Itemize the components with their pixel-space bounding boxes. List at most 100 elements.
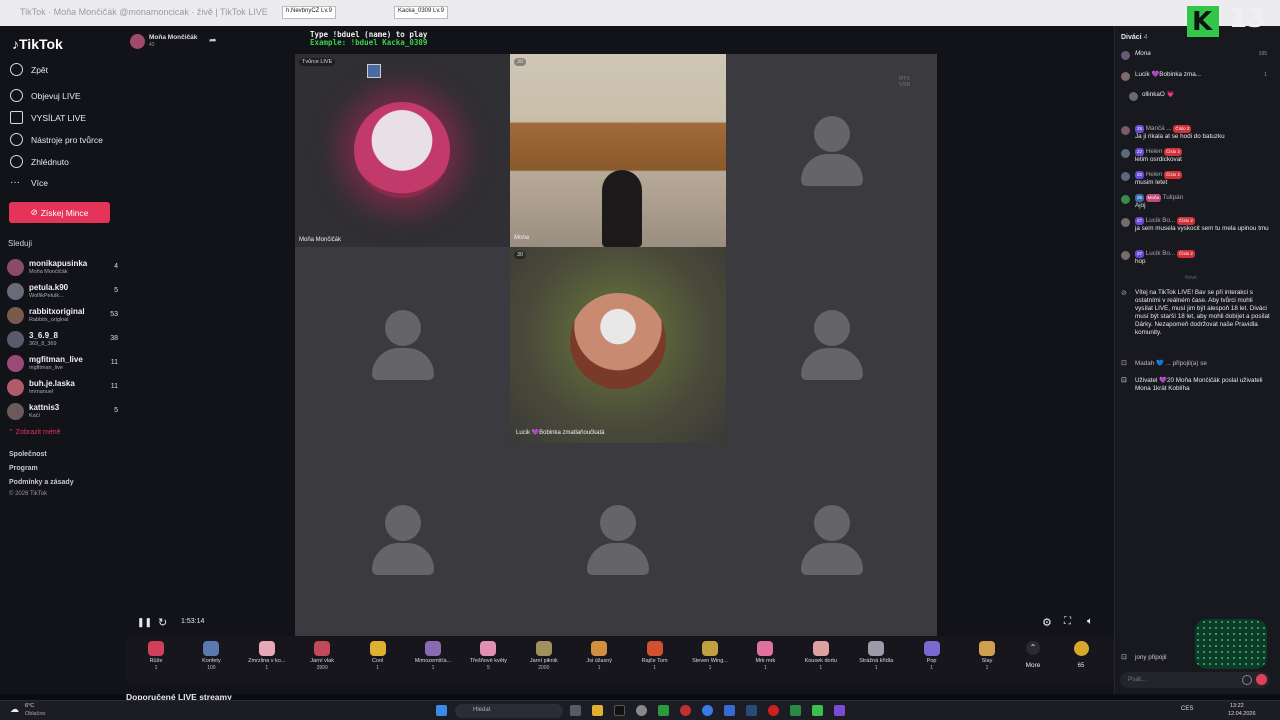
gift-item[interactable]: Jarní piknik 2000 bbox=[518, 641, 570, 671]
gift-price: 1 bbox=[376, 665, 379, 671]
xbox-icon[interactable] bbox=[658, 705, 669, 716]
guest-slot-mona[interactable]: 30 Mona bbox=[510, 54, 726, 247]
following-item[interactable]: 3_6.9_8 369_8_369 38 bbox=[7, 329, 122, 351]
tiktok-app-icon[interactable] bbox=[614, 705, 625, 716]
gift-item[interactable]: Jarní vlak 3999 bbox=[296, 641, 348, 671]
volume-icon[interactable]: 🔈︎ bbox=[1087, 616, 1093, 627]
gift-name: Třešňové květy bbox=[469, 658, 508, 664]
viewers-heading[interactable]: Diváci 4 bbox=[1121, 34, 1147, 41]
guest-slot-empty[interactable] bbox=[510, 443, 726, 636]
pause-icon[interactable]: ❚❚ bbox=[137, 617, 152, 628]
chat-input[interactable]: Psát... bbox=[1120, 672, 1270, 688]
gift-icon bbox=[591, 641, 608, 656]
gift-item[interactable]: Strážná křídla 1 bbox=[850, 641, 902, 671]
guest-slot-empty[interactable]: RTX VSR bbox=[726, 54, 937, 247]
gift-icon bbox=[148, 641, 164, 656]
gift-price: 5 bbox=[487, 665, 490, 671]
gift-item[interactable]: Zmrzlina v ko... 1 bbox=[241, 641, 293, 671]
gift-item[interactable]: Konfety 100 bbox=[185, 641, 237, 671]
nav-go-live[interactable]: VYSÍLAT LIVE bbox=[10, 111, 86, 124]
gift-name: Růže bbox=[149, 658, 163, 664]
language-indicator[interactable]: CES bbox=[1181, 706, 1193, 712]
settings-icon[interactable]: ⚙ bbox=[1042, 616, 1052, 629]
browser-icon[interactable] bbox=[702, 705, 713, 716]
task-view-icon[interactable] bbox=[570, 705, 581, 716]
guest-slot-host[interactable]: Tvůrce LIVE Moňa Mončičák bbox=[295, 54, 510, 247]
nav-explore-live[interactable]: Objevuj LIVE bbox=[10, 89, 81, 102]
host-avatar-image bbox=[354, 102, 450, 198]
avatar bbox=[7, 355, 24, 372]
gift-name: Rajče Tom bbox=[641, 658, 668, 664]
guest-slot-empty[interactable] bbox=[726, 247, 937, 443]
following-item[interactable]: rabbitxoriginal Rabbitx_original 53 bbox=[7, 305, 122, 327]
gift-price: 2000 bbox=[538, 665, 550, 671]
gift-item[interactable]: Cool 1 bbox=[352, 641, 404, 671]
footer-program[interactable]: Program bbox=[9, 465, 38, 472]
guest-slot-empty[interactable] bbox=[295, 247, 510, 443]
stream-duration: 1:53:14 bbox=[181, 618, 205, 625]
host-name: Moňa Mončičák bbox=[149, 34, 198, 41]
start-icon[interactable] bbox=[436, 705, 447, 716]
following-item[interactable]: buh.je.laska Immanuel 11 bbox=[7, 377, 122, 399]
gift-name: Jsi úžasný bbox=[586, 658, 613, 664]
guest-slot-empty[interactable] bbox=[726, 443, 937, 636]
clock-time[interactable]: 13:22 bbox=[1230, 703, 1244, 709]
gift-item[interactable]: Třešňové květy 5 bbox=[462, 641, 514, 671]
get-coins-button[interactable]: ⊘ Získej Mince bbox=[9, 202, 110, 223]
explorer-icon[interactable] bbox=[592, 705, 603, 716]
guest-slot-lucik[interactable]: 30 Lucik 💜Bobinka zmatlaňoučkatá bbox=[510, 247, 726, 443]
gift-item[interactable]: Rajče Tom 1 bbox=[629, 641, 681, 671]
tiktok-logo[interactable]: ♪TikTok bbox=[12, 36, 63, 52]
gift-icon bbox=[812, 641, 829, 656]
gift-item[interactable]: Mimozemšťa... 1 bbox=[407, 641, 459, 671]
os-taskbar: ☁ 6°C Oblačno Hledat CES 13:22 12.04.202… bbox=[0, 700, 1280, 720]
refresh-icon[interactable]: ↻ bbox=[158, 616, 167, 629]
gift-name: Jarní piknik bbox=[529, 658, 558, 664]
taskbar-search[interactable]: Hledat bbox=[455, 704, 563, 718]
address-bar[interactable]: TikTok · Moňa Mončičák @monamoncicak · ž… bbox=[20, 7, 268, 17]
join-icon: ⊡ bbox=[1121, 360, 1127, 367]
gift-item[interactable]: Mrk mrk 1 bbox=[739, 641, 791, 671]
following-item[interactable]: kattnis3 Kačí 5 bbox=[7, 401, 122, 423]
gift-item[interactable]: Růže 1 bbox=[130, 641, 182, 671]
gift-item[interactable]: Kousek dortu 1 bbox=[795, 641, 847, 671]
spreadsheet-icon[interactable] bbox=[790, 705, 801, 716]
coin-balance[interactable]: 65 bbox=[1066, 641, 1096, 669]
gift-more-button[interactable]: ⌃ More bbox=[1018, 641, 1048, 669]
chatgpt-icon[interactable] bbox=[636, 705, 647, 716]
avatar bbox=[1121, 149, 1130, 158]
gift-item[interactable]: Jsi úžasný 1 bbox=[573, 641, 625, 671]
following-item[interactable]: mgfitman_live mgfitman_live 11 bbox=[7, 353, 122, 375]
footer-terms[interactable]: Podmínky a zásady bbox=[9, 479, 74, 486]
gift-price: 1 bbox=[708, 665, 712, 671]
empty-seat-icon bbox=[587, 504, 649, 575]
avatar bbox=[1121, 251, 1130, 260]
opera-gx-icon[interactable] bbox=[680, 705, 691, 716]
opera-icon[interactable] bbox=[768, 705, 779, 716]
discord-icon[interactable] bbox=[834, 705, 845, 716]
gift-icon bbox=[369, 641, 386, 656]
nav-more[interactable]: ··· Více bbox=[10, 177, 48, 188]
gift-item[interactable]: Slay 1 bbox=[961, 641, 1013, 671]
gift-item[interactable]: Steven Wing... 1 bbox=[684, 641, 736, 671]
weather-temp: 6°C bbox=[25, 703, 35, 709]
nav-creator-tools[interactable]: Nástroje pro tvůrce bbox=[10, 133, 103, 146]
fullscreen-icon[interactable]: ⛶ bbox=[1064, 616, 1071, 627]
avatar bbox=[1121, 126, 1130, 135]
footer-company[interactable]: Společnost bbox=[9, 451, 47, 458]
share-icon[interactable]: ➦ bbox=[209, 35, 217, 46]
following-item[interactable]: monikapusinka Moňa Mončičák 4 bbox=[7, 257, 122, 279]
guest-slot-empty[interactable] bbox=[295, 443, 510, 636]
steam-icon[interactable] bbox=[746, 705, 757, 716]
play-icon[interactable] bbox=[812, 705, 823, 716]
clock-date[interactable]: 12.04.2026 bbox=[1228, 711, 1256, 717]
nav-history[interactable]: Zhlédnuto bbox=[10, 155, 69, 168]
show-less-link[interactable]: ⌃ Zobrazit méně bbox=[8, 428, 61, 436]
emoji-icon[interactable] bbox=[1242, 675, 1252, 685]
app-icon[interactable] bbox=[724, 705, 735, 716]
gift-name: Strážná křídla bbox=[859, 658, 894, 664]
following-item[interactable]: petula.k90 WolfikPetulk... 5 bbox=[7, 281, 122, 303]
heart-icon[interactable] bbox=[1256, 674, 1267, 685]
gift-item[interactable]: Pop 1 bbox=[906, 641, 958, 671]
nav-back[interactable]: Zpět bbox=[10, 63, 48, 76]
